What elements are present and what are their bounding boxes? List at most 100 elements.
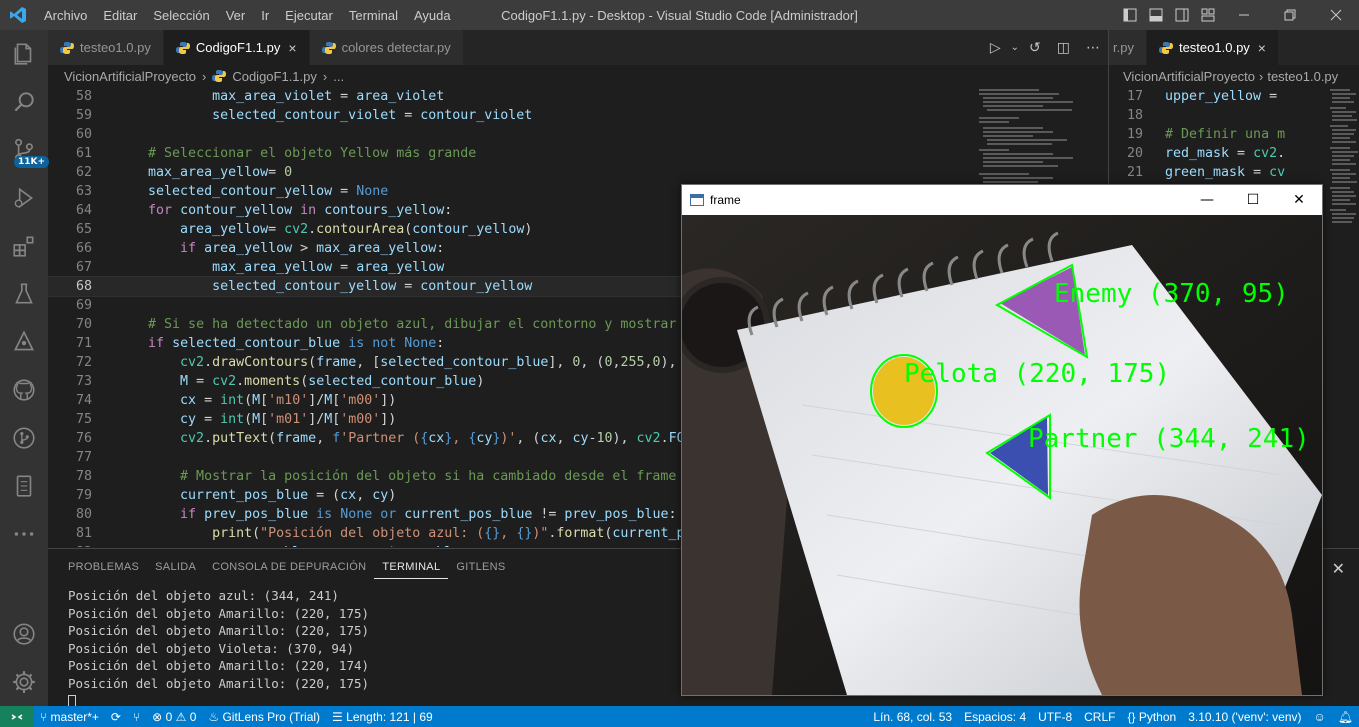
cursor-position[interactable]: Lín. 68, col. 53 — [867, 710, 958, 724]
run-dropdown-icon[interactable]: ⌄ — [1009, 42, 1021, 53]
menu-ir[interactable]: Ir — [253, 8, 277, 23]
menu-archivo[interactable]: Archivo — [36, 8, 95, 23]
toggle-sidebar-icon[interactable] — [1117, 0, 1143, 30]
toggle-panel-icon[interactable] — [1143, 0, 1169, 30]
testing-flask-icon[interactable] — [0, 270, 48, 318]
terminal-line: Posición del objeto Amarillo: (220, 175) — [68, 623, 370, 639]
gitlens-icon[interactable] — [0, 414, 48, 462]
more-icon[interactable] — [0, 510, 48, 558]
timeline-history-icon[interactable]: ↺ — [1021, 40, 1049, 56]
code-text: # Si se ha detectado un objeto azul, dib… — [148, 317, 773, 332]
remote-indicator-icon[interactable] — [0, 706, 34, 727]
minimize-icon[interactable] — [1221, 0, 1267, 30]
frame-maximize-icon[interactable]: ☐ — [1230, 185, 1276, 215]
python-interpreter[interactable]: 3.10.10 ('venv': venv) — [1182, 710, 1307, 724]
breadcrumb-file[interactable]: testeo1.0.py — [1267, 69, 1338, 84]
search-icon[interactable] — [0, 78, 48, 126]
explorer-icon[interactable] — [0, 30, 48, 78]
flame-icon: ♨ — [208, 709, 223, 724]
terminal-output[interactable]: Posición del objeto azul: (344, 241) Pos… — [68, 587, 369, 710]
run-file-icon[interactable]: ▷ — [982, 40, 1009, 56]
breadcrumb-symbol[interactable]: ... — [333, 69, 344, 84]
git-graph-icon[interactable]: ⑂ — [127, 710, 146, 724]
menu-ver[interactable]: Ver — [218, 8, 254, 23]
frame-close-icon[interactable]: ✕ — [1276, 185, 1322, 215]
github-icon[interactable] — [0, 366, 48, 414]
editor-actions: ▷ ⌄ ↺ ◫ ⋯ — [982, 30, 1108, 65]
menu-seleccion[interactable]: Selección — [145, 8, 217, 23]
tab-codigof1[interactable]: CodigoF1.1.py × — [163, 30, 310, 65]
restore-icon[interactable] — [1267, 0, 1313, 30]
breadcrumb-folder[interactable]: VicionArtificialProyecto — [64, 69, 196, 84]
window-controls — [1117, 0, 1359, 30]
tab-terminal[interactable]: TERMINAL — [374, 555, 449, 579]
code-text: # Mostrar la posición del objeto si ha c… — [180, 469, 749, 484]
notifications-bell-icon[interactable]: 🔔︎ — [1332, 710, 1359, 724]
run-debug-icon[interactable] — [0, 174, 48, 222]
tab-label: testeo1.0.py — [80, 40, 151, 55]
code-text: if prev_pos_blue is None or current_pos_… — [180, 507, 677, 522]
split-editor-icon[interactable]: ◫ — [1049, 40, 1078, 56]
menu-terminal[interactable]: Terminal — [341, 8, 406, 23]
breadcrumb-folder[interactable]: VicionArtificialProyecto — [1123, 69, 1255, 84]
tab-close-button[interactable]: × — [1258, 40, 1266, 56]
list-icon: ☰ — [332, 709, 347, 724]
sync-icon[interactable]: ⟳ — [105, 710, 127, 724]
line-number: 82 — [48, 543, 92, 547]
line-number: 19 — [1126, 127, 1143, 142]
customize-layout-icon[interactable] — [1195, 0, 1221, 30]
source-control-icon[interactable]: 11K+ — [0, 126, 50, 174]
tab-label: CodigoF1.1.py — [195, 40, 281, 55]
feedback-icon[interactable]: ☺ — [1308, 710, 1332, 724]
encoding[interactable]: UTF-8 — [1032, 710, 1078, 724]
chevron-right-icon: › — [1258, 68, 1264, 84]
code-text: if selected_contour_blue is not None: — [148, 336, 445, 351]
menu-ejecutar[interactable]: Ejecutar — [277, 8, 341, 23]
menu-ayuda[interactable]: Ayuda — [406, 8, 459, 23]
length-indicator[interactable]: ☰ Length: 121 | 69 — [326, 710, 439, 724]
language-mode[interactable]: {} Python — [1121, 710, 1182, 724]
tab-consola-depuracion[interactable]: CONSOLA DE DEPURACIÓN — [204, 549, 374, 585]
tab-salida[interactable]: SALIDA — [147, 549, 204, 585]
more-actions-icon[interactable]: ⋯ — [1078, 40, 1108, 56]
line-number: 21 — [1126, 165, 1143, 180]
toggle-secondary-sidebar-icon[interactable] — [1169, 0, 1195, 30]
line-number: 65 — [75, 222, 92, 237]
code-text: max_area_violet = area_violet — [212, 89, 445, 104]
python-file-icon — [175, 41, 190, 54]
tab-colores-detectar[interactable]: colores detectar.py — [309, 30, 464, 65]
window-app-icon — [690, 194, 704, 206]
tab-partial[interactable]: r.py — [1109, 30, 1147, 65]
database-icon[interactable] — [0, 462, 48, 510]
indentation[interactable]: Espacios: 4 — [958, 710, 1032, 724]
gitlens-status[interactable]: ♨ GitLens Pro (Trial) — [202, 710, 326, 724]
breadcrumb-file[interactable]: CodigoF1.1.py — [232, 69, 317, 84]
source-control-badge: 11K+ — [14, 156, 50, 168]
close-window-icon[interactable] — [1313, 0, 1359, 30]
remote-explorer-icon[interactable] — [0, 318, 48, 366]
settings-gear-icon[interactable] — [0, 658, 48, 706]
line-number: 63 — [75, 184, 92, 199]
git-branch[interactable]: ⑂ master*+ — [34, 710, 105, 724]
frame-minimize-icon[interactable]: — — [1184, 185, 1230, 215]
split-minimap[interactable] — [1326, 87, 1359, 627]
split-code-editor[interactable]: 17 upper_yellow = 18 19 # Definir una m 20… — [1108, 87, 1326, 187]
extensions-icon[interactable] — [0, 222, 48, 270]
code-text: M = cv2.moments(selected_contour_blue) — [180, 374, 485, 389]
menu-editar[interactable]: Editar — [95, 8, 145, 23]
warning-icon: ⚠ — [172, 709, 190, 724]
tab-testeo-split[interactable]: testeo1.0.py × — [1146, 30, 1279, 65]
accounts-icon[interactable] — [0, 610, 48, 658]
tab-problemas[interactable]: PROBLEMAS — [60, 549, 147, 585]
end-of-line[interactable]: CRLF — [1078, 710, 1121, 724]
tab-close-button[interactable]: × — [288, 40, 296, 56]
opencv-frame-window[interactable]: frame — ☐ ✕ Enemy (370, 95) Pelota (220,… — [681, 184, 1323, 696]
tab-testeo[interactable]: testeo1.0.py — [48, 30, 164, 65]
tab-gitlens[interactable]: GITLENS — [448, 549, 513, 585]
close-panel-icon[interactable]: ✕ — [1332, 559, 1345, 578]
line-number: 64 — [75, 203, 92, 218]
problems-indicator[interactable]: ⊗ 0 ⚠ 0 — [146, 710, 202, 724]
line-number: 67 — [75, 260, 92, 275]
code-text: selected_contour_violet = contour_violet — [212, 108, 533, 123]
gitlens-label: GitLens Pro (Trial) — [222, 709, 321, 724]
